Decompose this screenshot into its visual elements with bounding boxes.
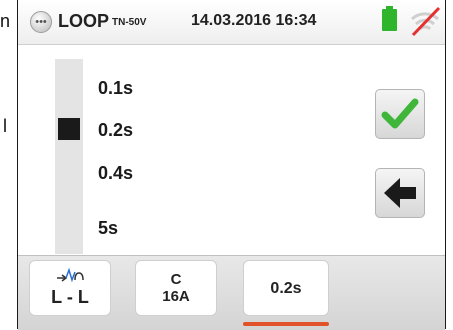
tab-measure-mode[interactable]: L - L bbox=[29, 260, 111, 316]
active-tab-indicator bbox=[243, 322, 329, 326]
menu-button[interactable]: ••• bbox=[30, 11, 52, 33]
status-bar: ••• LOOP TN-50V 14.03.2016 16:34 bbox=[18, 0, 445, 45]
tab-trip-time-label: 0.2s bbox=[270, 280, 302, 297]
function-subtitle: TN-50V bbox=[112, 17, 147, 28]
function-title: LOOP bbox=[58, 11, 110, 31]
battery-icon bbox=[382, 9, 397, 31]
edge-glyph-top: n bbox=[0, 11, 11, 31]
page-edge: n l bbox=[0, 0, 14, 329]
tab-protection-curve: C bbox=[170, 271, 182, 288]
tab-protection-current: 16A bbox=[162, 288, 190, 305]
more-dots-icon: ••• bbox=[35, 15, 47, 28]
confirm-button[interactable] bbox=[375, 89, 425, 139]
loop-measure-icon bbox=[57, 267, 84, 283]
time-slider-knob[interactable] bbox=[58, 118, 80, 140]
no-wifi-icon bbox=[410, 6, 441, 37]
edge-glyph-mid: l bbox=[3, 116, 7, 136]
back-button[interactable] bbox=[375, 168, 425, 218]
arrow-left-icon bbox=[384, 178, 416, 208]
tab-protection[interactable]: C 16A bbox=[135, 260, 217, 316]
time-option-0-1s[interactable]: 0.1s bbox=[98, 78, 133, 99]
check-icon bbox=[381, 98, 419, 129]
date-time: 14.03.2016 16:34 bbox=[191, 12, 317, 29]
time-option-5s[interactable]: 5s bbox=[98, 218, 118, 239]
instrument-screen: ••• LOOP TN-50V 14.03.2016 16:34 0.1s 0.… bbox=[17, 0, 446, 330]
bottom-toolbar: L - L C 16A 0.2s bbox=[18, 255, 445, 330]
time-option-0-2s[interactable]: 0.2s bbox=[98, 120, 133, 141]
time-option-0-4s[interactable]: 0.4s bbox=[98, 163, 133, 184]
tab-trip-time[interactable]: 0.2s bbox=[243, 260, 329, 316]
tab-measure-mode-label: L - L bbox=[51, 287, 89, 307]
time-slider-track[interactable] bbox=[55, 59, 83, 254]
